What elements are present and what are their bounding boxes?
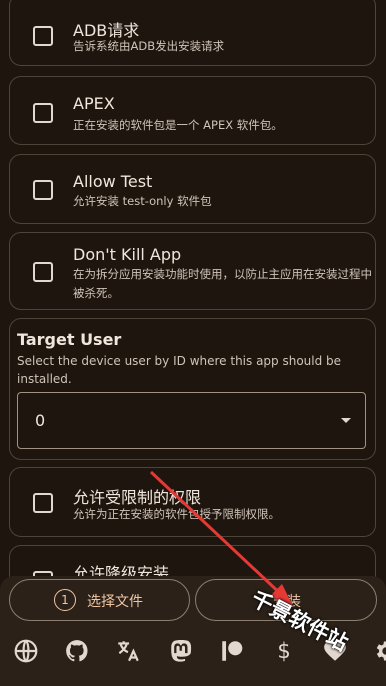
gear-icon[interactable] [372, 638, 386, 664]
option-title: Don't Kill App [73, 245, 182, 264]
checkbox[interactable] [33, 26, 53, 46]
dropdown-arrow-icon [341, 418, 351, 423]
dollar-icon[interactable]: $ [271, 638, 297, 664]
option-dont-kill-app[interactable]: Don't Kill App 在为拆分应用安装功能时使用，以防止主应用在安装过程… [9, 232, 376, 310]
option-desc: 正在安装的软件包是一个 APEX 软件包。 [73, 118, 283, 132]
option-title: Allow Test [73, 172, 153, 191]
option-desc: 告诉系统由ADB发出安装请求 [73, 39, 225, 53]
option-desc: 允许安装 test-only 软件包 [73, 194, 212, 208]
target-user-title: Target User [17, 330, 122, 349]
checkbox[interactable] [33, 103, 53, 123]
option-adb-request[interactable]: ADB请求 告诉系统由ADB发出安装请求 [9, 0, 376, 66]
target-user-section: Target User Select the device user by ID… [9, 318, 376, 460]
translate-icon[interactable] [115, 638, 141, 664]
file-count-badge: 1 [54, 589, 76, 611]
mastodon-icon[interactable] [168, 638, 194, 664]
target-user-desc: Select the device user by ID where this … [17, 354, 342, 386]
checkbox[interactable] [33, 493, 53, 513]
checkbox[interactable] [33, 180, 53, 200]
option-title: APEX [73, 94, 115, 113]
option-allow-test[interactable]: Allow Test 允许安装 test-only 软件包 [9, 154, 376, 224]
target-user-value: 0 [35, 411, 46, 430]
option-desc: 在为拆分应用安装功能时使用，以防止主应用在安装过程中被杀死。 [73, 267, 372, 300]
github-icon[interactable] [64, 638, 90, 664]
option-apex[interactable]: APEX 正在安装的软件包是一个 APEX 软件包。 [9, 76, 376, 145]
pick-file-button[interactable]: 1 选择文件 [9, 579, 190, 621]
target-user-select[interactable]: 0 [17, 392, 366, 449]
checkbox[interactable] [33, 262, 53, 282]
pick-file-label: 选择文件 [87, 594, 143, 610]
option-desc: 允许为正在安装的软件包授予限制权限。 [73, 507, 280, 521]
globe-icon[interactable] [13, 638, 39, 664]
option-allow-restricted-permissions[interactable]: 允许受限制的权限 允许为正在安装的软件包授予限制权限。 [9, 467, 376, 537]
patreon-icon[interactable] [219, 638, 245, 664]
